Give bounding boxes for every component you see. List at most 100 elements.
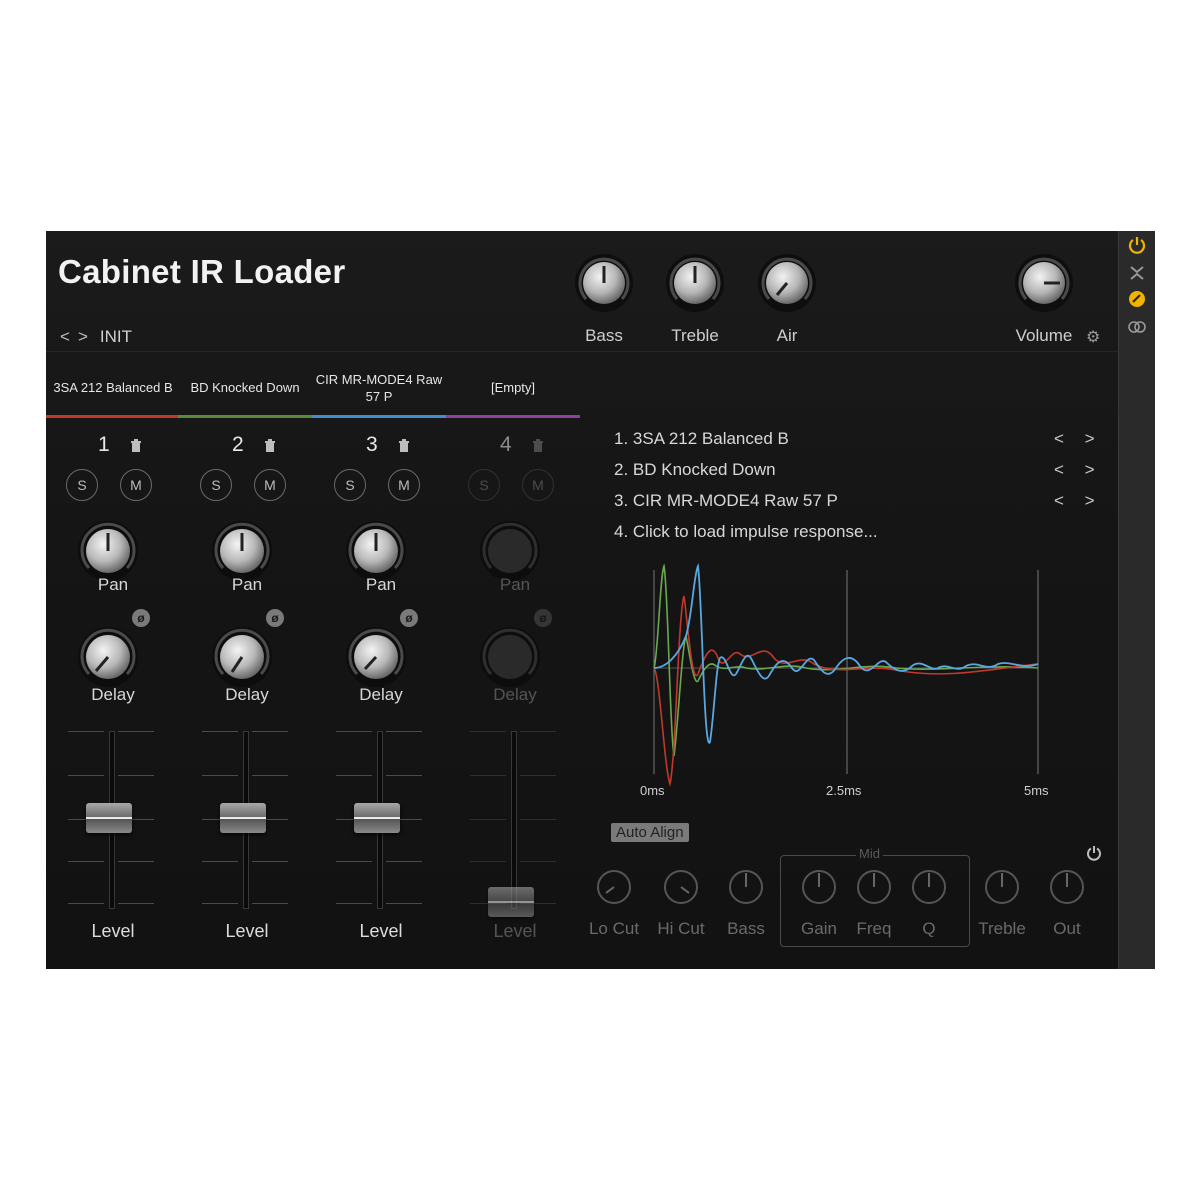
delay-knob[interactable]	[478, 625, 542, 689]
level-label: Level	[225, 921, 269, 941]
ir-list: 1. 3SA 212 Balanced B < > 2. BD Knocked …	[614, 429, 1114, 553]
pan-label: Pan	[365, 575, 397, 594]
pan-label: Pan	[97, 575, 129, 594]
preset-navigator: < > INIT	[60, 327, 132, 347]
pan-knob[interactable]	[344, 519, 408, 583]
channel-number: 1	[98, 433, 110, 456]
lo-cut-knob[interactable]	[596, 869, 632, 905]
mid-q-knob[interactable]	[911, 869, 947, 905]
trash-icon[interactable]	[532, 439, 544, 452]
link-icon[interactable]	[1127, 317, 1147, 337]
ir-wave-red	[653, 595, 1039, 788]
solo-button[interactable]: S	[468, 469, 500, 501]
slot-1-name[interactable]: 3SA 212 Balanced B	[46, 379, 180, 396]
ir-wave-blue	[653, 562, 1039, 744]
solo-button[interactable]: S	[334, 469, 366, 501]
ir-list-item-4[interactable]: 4. Click to load impulse response...	[614, 522, 1114, 553]
fader-cap[interactable]	[220, 803, 266, 833]
collapse-icon[interactable]	[1127, 263, 1147, 283]
trash-icon[interactable]	[130, 439, 142, 452]
channel-strip-1: 1 S M Pan ø Delay Level	[46, 431, 180, 951]
slot-1-color-bar	[46, 415, 180, 418]
solo-button[interactable]: S	[200, 469, 232, 501]
mute-button[interactable]: M	[254, 469, 286, 501]
ir-item-label: 4. Click to load impulse response...	[614, 522, 878, 541]
preset-name[interactable]: INIT	[100, 327, 132, 347]
time-label-2-5ms: 2.5ms	[826, 783, 862, 798]
pan-knob[interactable]	[210, 519, 274, 583]
eq-treble-label: Treble	[978, 919, 1026, 938]
level-label: Level	[91, 921, 135, 941]
pan-label: Pan	[499, 575, 531, 594]
channel-strip-2: 2 S M Pan ø Delay Level	[180, 431, 314, 951]
mute-button[interactable]: M	[120, 469, 152, 501]
bass-knob[interactable]: Bass	[574, 253, 634, 346]
channel-number: 4	[500, 433, 512, 456]
impulse-response-waveform	[653, 562, 1039, 788]
treble-knob[interactable]: Treble	[665, 253, 725, 346]
cabinet-ir-loader-plugin: Cabinet IR Loader < > INIT Bass Treble A…	[46, 231, 1118, 969]
slot-4-color-bar	[446, 415, 580, 418]
slot-2-name[interactable]: BD Knocked Down	[178, 379, 312, 396]
volume-knob[interactable]: Volume	[1014, 253, 1074, 346]
time-label-0ms: 0ms	[640, 783, 665, 798]
slot-2-color-bar	[178, 415, 312, 418]
app-title: Cabinet IR Loader	[58, 253, 346, 290]
level-fader[interactable]	[180, 727, 314, 909]
fader-cap[interactable]	[354, 803, 400, 833]
eq-out-knob[interactable]	[1049, 869, 1085, 905]
solo-button[interactable]: S	[66, 469, 98, 501]
eq-bass-knob[interactable]	[728, 869, 764, 905]
mute-button[interactable]: M	[522, 469, 554, 501]
bass-knob-graphic	[575, 254, 633, 312]
time-label-5ms: 5ms	[1024, 783, 1049, 798]
trash-icon[interactable]	[398, 439, 410, 452]
preset-prev-button[interactable]: <	[60, 327, 70, 347]
ir-prev-next-arrows[interactable]: < >	[1054, 429, 1103, 449]
level-fader[interactable]	[314, 727, 448, 909]
channel-strip-4: 4 S M Pan ø Delay Level	[448, 431, 582, 951]
delay-knob[interactable]	[76, 625, 140, 689]
level-label: Level	[359, 921, 403, 941]
level-label: Level	[493, 921, 537, 941]
fader-cap[interactable]	[488, 887, 534, 917]
header-divider	[46, 351, 1118, 352]
slot-4-name[interactable]: [Empty]	[446, 379, 580, 396]
treble-label: Treble	[671, 326, 719, 345]
volume-knob-graphic	[1015, 254, 1073, 312]
fader-cap[interactable]	[86, 803, 132, 833]
delay-knob[interactable]	[210, 625, 274, 689]
ir-list-item-3[interactable]: 3. CIR MR-MODE4 Raw 57 P < >	[614, 491, 1114, 522]
mute-button[interactable]: M	[388, 469, 420, 501]
preset-next-button[interactable]: >	[78, 327, 88, 347]
delay-label: Delay	[493, 685, 537, 704]
settings-gear-icon[interactable]: ⚙	[1086, 327, 1100, 347]
pan-knob[interactable]	[76, 519, 140, 583]
trash-icon[interactable]	[264, 439, 276, 452]
hi-cut-label: Hi Cut	[657, 919, 705, 938]
air-knob[interactable]: Air	[757, 253, 817, 346]
slot-3-name[interactable]: CIR MR-MODE4 Raw 57 P	[312, 371, 446, 405]
eq-power-icon[interactable]	[1086, 845, 1102, 861]
level-fader[interactable]	[46, 727, 180, 909]
treble-knob-graphic	[666, 254, 724, 312]
power-icon[interactable]	[1127, 235, 1147, 255]
mid-gain-knob[interactable]	[801, 869, 837, 905]
channel-strip-3: 3 S M Pan ø Delay Level	[314, 431, 448, 951]
ir-prev-next-arrows[interactable]: < >	[1054, 460, 1103, 480]
volume-label: Volume	[1015, 326, 1073, 345]
hi-cut-knob[interactable]	[663, 869, 699, 905]
auto-align-button[interactable]: Auto Align	[611, 823, 689, 842]
pan-knob[interactable]	[478, 519, 542, 583]
edit-icon[interactable]	[1127, 289, 1147, 309]
level-fader[interactable]	[448, 727, 582, 917]
ir-list-item-2[interactable]: 2. BD Knocked Down < >	[614, 460, 1114, 491]
host-side-strip	[1118, 231, 1155, 969]
slot-3-color-bar	[312, 415, 446, 418]
delay-knob[interactable]	[344, 625, 408, 689]
ir-list-item-1[interactable]: 1. 3SA 212 Balanced B < >	[614, 429, 1114, 460]
mid-freq-knob[interactable]	[856, 869, 892, 905]
mid-q-label: Q	[922, 919, 936, 938]
eq-treble-knob[interactable]	[984, 869, 1020, 905]
ir-prev-next-arrows[interactable]: < >	[1054, 491, 1103, 511]
